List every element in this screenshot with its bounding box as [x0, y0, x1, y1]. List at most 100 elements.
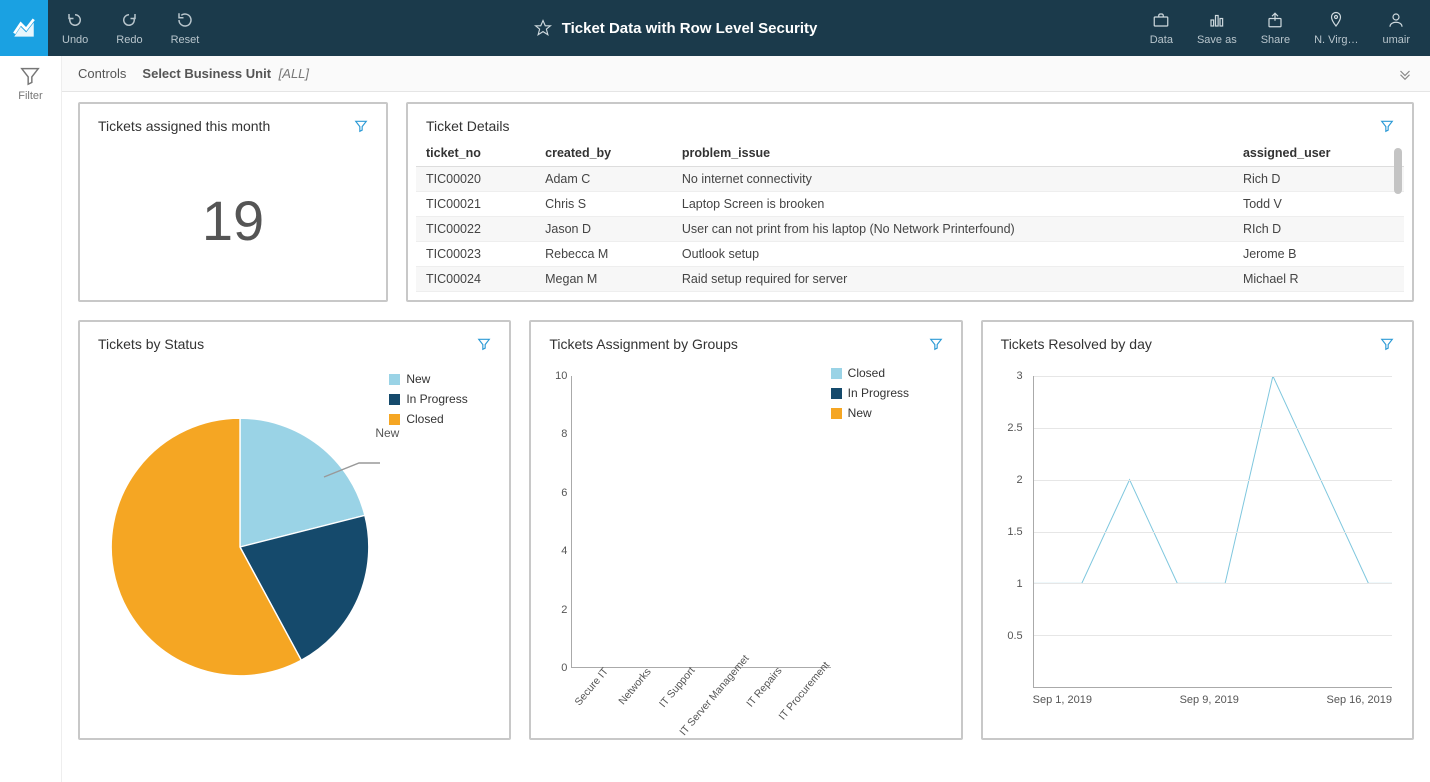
- legend-swatch: [389, 394, 400, 405]
- table-cell: Megan M: [535, 267, 672, 292]
- dashboard: Tickets assigned this month 19 Ticket De…: [62, 92, 1430, 782]
- bar-x-label: IT Repairs: [744, 670, 787, 728]
- controls-filter[interactable]: Select Business Unit [ALL]: [142, 66, 309, 81]
- pie-title: Tickets by Status: [98, 336, 204, 352]
- bar-chart-icon: [1208, 10, 1226, 30]
- panel-tickets-resolved-by-day[interactable]: Tickets Resolved by day 0.511.522.53 Sep…: [981, 320, 1414, 740]
- share-button[interactable]: Share: [1249, 0, 1302, 56]
- data-label: Data: [1150, 34, 1173, 46]
- pie-chart: [100, 407, 380, 687]
- table-header[interactable]: problem_issue: [672, 140, 1233, 167]
- bar-x-label: Secure IT: [571, 670, 614, 728]
- legend-label: New: [406, 372, 430, 386]
- table-cell: Jerome B: [1233, 242, 1404, 267]
- panel-tickets-assignment-by-groups[interactable]: Tickets Assignment by Groups 0246810: [529, 320, 962, 740]
- filter-button[interactable]: Filter: [4, 66, 56, 102]
- legend-swatch: [831, 388, 842, 399]
- bar-legend: Closed In Progress New: [831, 366, 951, 728]
- data-button[interactable]: Data: [1138, 0, 1185, 56]
- reset-icon: [176, 10, 194, 30]
- panel-filter-icon[interactable]: [1380, 119, 1394, 133]
- region-button[interactable]: N. Virg…: [1302, 0, 1370, 56]
- expand-controls-icon[interactable]: [1396, 65, 1414, 83]
- table-row[interactable]: TIC00024Megan MRaid setup required for s…: [416, 267, 1404, 292]
- table-cell: Raid setup required for server: [672, 267, 1233, 292]
- redo-button[interactable]: Redo: [102, 0, 156, 56]
- redo-label: Redo: [116, 34, 142, 46]
- legend-label: New: [848, 406, 872, 420]
- legend-label: Closed: [848, 366, 885, 380]
- logo-icon: [11, 15, 37, 41]
- briefcase-icon: [1152, 10, 1170, 30]
- undo-label: Undo: [62, 34, 88, 46]
- panel-filter-icon[interactable]: [354, 119, 368, 133]
- table-cell: Laptop Screen is brooken: [672, 192, 1233, 217]
- top-bar: Undo Redo Reset Ticket Data with Row Lev…: [0, 0, 1430, 56]
- legend-item[interactable]: In Progress: [389, 392, 499, 406]
- table-scrollbar[interactable]: [1394, 144, 1402, 288]
- saveas-button[interactable]: Save as: [1185, 0, 1249, 56]
- bar-title: Tickets Assignment by Groups: [549, 336, 738, 352]
- table-cell: Outlook setup: [672, 242, 1233, 267]
- ticket-table: ticket_nocreated_byproblem_issueassigned…: [416, 140, 1404, 292]
- panel-filter-icon[interactable]: [1380, 337, 1394, 351]
- legend-item[interactable]: In Progress: [831, 386, 951, 400]
- app-logo[interactable]: [0, 0, 48, 56]
- table-header[interactable]: created_by: [535, 140, 672, 167]
- table-cell: TIC00024: [416, 267, 535, 292]
- star-icon[interactable]: [534, 19, 552, 37]
- legend-item[interactable]: Closed: [831, 366, 951, 380]
- reset-label: Reset: [171, 34, 200, 46]
- table-row[interactable]: TIC00021Chris SLaptop Screen is brookenT…: [416, 192, 1404, 217]
- share-icon: [1266, 10, 1284, 30]
- legend-item[interactable]: New: [831, 406, 951, 420]
- bar-x-label: IT Procurement: [787, 670, 830, 728]
- line-x-tick: Sep 1, 2019: [1033, 694, 1092, 728]
- table-cell: RIch D: [1233, 217, 1404, 242]
- panel-filter-icon[interactable]: [929, 337, 943, 351]
- redo-icon: [120, 10, 138, 30]
- legend-swatch: [389, 414, 400, 425]
- line-x-tick: Sep 16, 2019: [1327, 694, 1392, 728]
- table-cell: TIC00023: [416, 242, 535, 267]
- table-title: Ticket Details: [426, 118, 510, 134]
- legend-item[interactable]: Closed: [389, 412, 499, 426]
- user-button[interactable]: umair: [1370, 0, 1422, 56]
- table-cell: Rich D: [1233, 167, 1404, 192]
- region-label: N. Virg…: [1314, 34, 1358, 46]
- pie-slice-label-new: New: [375, 426, 399, 440]
- reset-button[interactable]: Reset: [157, 0, 214, 56]
- controls-filter-value: [ALL]: [279, 66, 309, 81]
- undo-button[interactable]: Undo: [48, 0, 102, 56]
- table-cell: Todd V: [1233, 192, 1404, 217]
- table-cell: Chris S: [535, 192, 672, 217]
- controls-filter-name: Select Business Unit: [142, 66, 271, 81]
- panel-tickets-by-status[interactable]: Tickets by Status New New In Progress Clos…: [78, 320, 511, 740]
- funnel-icon: [19, 66, 41, 86]
- panel-ticket-details[interactable]: Ticket Details ticket_nocreated_byproble…: [406, 102, 1414, 302]
- filter-label: Filter: [18, 90, 42, 102]
- table-cell: TIC00021: [416, 192, 535, 217]
- table-header[interactable]: assigned_user: [1233, 140, 1404, 167]
- table-row[interactable]: TIC00022Jason DUser can not print from h…: [416, 217, 1404, 242]
- saveas-label: Save as: [1197, 34, 1237, 46]
- legend-item[interactable]: New: [389, 372, 499, 386]
- line-title: Tickets Resolved by day: [1001, 336, 1152, 352]
- left-strip: Filter: [0, 56, 62, 782]
- table-row[interactable]: TIC00020Adam CNo internet connectivityRi…: [416, 167, 1404, 192]
- user-label: umair: [1382, 34, 1410, 46]
- panel-kpi-tickets-assigned[interactable]: Tickets assigned this month 19: [78, 102, 388, 302]
- panel-filter-icon[interactable]: [477, 337, 491, 351]
- table-row[interactable]: TIC00023Rebecca MOutlook setupJerome B: [416, 242, 1404, 267]
- user-icon: [1387, 10, 1405, 30]
- legend-label: Closed: [406, 412, 443, 426]
- kpi-value: 19: [80, 140, 386, 300]
- table-header[interactable]: ticket_no: [416, 140, 535, 167]
- line-x-tick: Sep 9, 2019: [1180, 694, 1239, 728]
- share-label: Share: [1261, 34, 1290, 46]
- table-cell: No internet connectivity: [672, 167, 1233, 192]
- legend-swatch: [389, 374, 400, 385]
- legend-swatch: [831, 368, 842, 379]
- table-cell: Jason D: [535, 217, 672, 242]
- bar-x-label: IT Server Managemet: [701, 670, 744, 728]
